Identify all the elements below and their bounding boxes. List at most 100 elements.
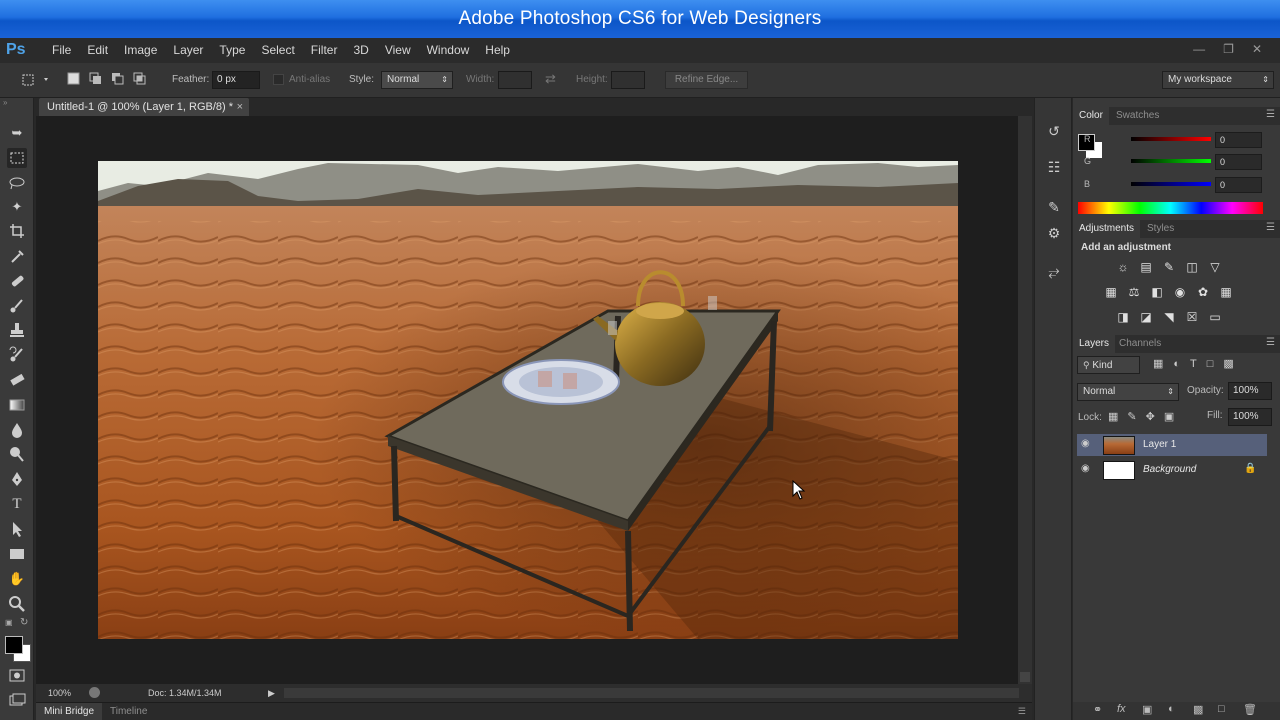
new-group-icon[interactable]: ▩: [1193, 703, 1203, 716]
screen-mode-icon[interactable]: [7, 690, 27, 710]
subtract-selection-icon[interactable]: [111, 72, 125, 86]
menu-edit[interactable]: Edit: [79, 38, 116, 63]
vertical-scrollbar[interactable]: [1018, 116, 1032, 684]
restore-icon[interactable]: ❐: [1223, 38, 1234, 63]
menu-layer[interactable]: Layer: [165, 38, 211, 63]
intersect-selection-icon[interactable]: [133, 72, 147, 86]
red-slider[interactable]: [1131, 137, 1211, 141]
workspace-select[interactable]: My workspace ⇕: [1162, 71, 1274, 89]
channel-mixer-icon[interactable]: ✿: [1194, 284, 1212, 300]
swap-colors-icon[interactable]: ↻: [20, 617, 28, 628]
zoom-tool-icon[interactable]: [7, 594, 27, 614]
lasso-tool-icon[interactable]: [7, 173, 27, 193]
eye-icon[interactable]: ◉: [1081, 438, 1090, 449]
new-layer-icon[interactable]: □: [1218, 703, 1225, 715]
menu-view[interactable]: View: [377, 38, 419, 63]
menu-3d[interactable]: 3D: [345, 38, 376, 63]
menu-filter[interactable]: Filter: [303, 38, 346, 63]
layer-filter-icons[interactable]: ▦◐T□▩: [1153, 357, 1244, 370]
pen-tool-icon[interactable]: [7, 469, 27, 489]
delete-layer-icon[interactable]: 🗑: [1243, 703, 1257, 716]
zoom-level[interactable]: 100%: [48, 684, 71, 702]
menu-image[interactable]: Image: [116, 38, 165, 63]
clone-stamp-tool-icon[interactable]: [7, 320, 27, 340]
menu-type[interactable]: Type: [211, 38, 253, 63]
menu-window[interactable]: Window: [419, 38, 478, 63]
levels-icon[interactable]: ▤: [1137, 259, 1155, 275]
blue-value[interactable]: 0: [1215, 177, 1262, 193]
tab-styles[interactable]: Styles: [1147, 220, 1174, 238]
properties-panel-icon[interactable]: ☷: [1045, 158, 1063, 176]
blur-tool-icon[interactable]: [7, 420, 27, 440]
panel-menu-icon[interactable]: ☰: [1266, 109, 1275, 120]
feather-input[interactable]: 0 px: [212, 71, 260, 89]
marquee-preset-icon[interactable]: [20, 72, 52, 88]
link-layers-icon[interactable]: ⚭: [1093, 703, 1102, 716]
add-to-selection-icon[interactable]: [89, 72, 103, 86]
tab-timeline[interactable]: Timeline: [110, 703, 147, 720]
layer-name[interactable]: Background: [1143, 464, 1196, 475]
tab-layers[interactable]: Layers: [1073, 335, 1116, 353]
blue-slider[interactable]: [1131, 182, 1211, 186]
vibrance-icon[interactable]: ▽: [1206, 259, 1224, 275]
invert-icon[interactable]: ◨: [1114, 309, 1132, 325]
eraser-tool-icon[interactable]: [7, 370, 27, 390]
eye-icon[interactable]: ◉: [1081, 463, 1090, 474]
selective-color-icon[interactable]: ☒: [1183, 309, 1201, 325]
black-white-icon[interactable]: ◧: [1148, 284, 1166, 300]
new-selection-icon[interactable]: [67, 72, 81, 86]
layer-row-layer-1[interactable]: ◉ Layer 1: [1077, 434, 1267, 456]
status-info-icon[interactable]: [89, 687, 100, 698]
move-tool-icon[interactable]: ➥: [7, 123, 27, 143]
color-lookup-icon[interactable]: ▦: [1217, 284, 1235, 300]
document-canvas-image[interactable]: [98, 161, 958, 639]
collapse-arrows-icon[interactable]: »: [3, 98, 7, 107]
close-icon[interactable]: ✕: [1252, 38, 1262, 63]
photo-filter-icon[interactable]: ◉: [1171, 284, 1189, 300]
dodge-tool-icon[interactable]: [7, 444, 27, 464]
posterize-icon[interactable]: ◪: [1137, 309, 1155, 325]
color-balance-icon[interactable]: ⚖: [1125, 284, 1143, 300]
healing-brush-tool-icon[interactable]: [7, 271, 27, 291]
style-select[interactable]: Normal ⇕: [381, 71, 453, 89]
fill-input[interactable]: 100%: [1228, 408, 1272, 426]
layer-style-icon[interactable]: fx: [1117, 703, 1126, 715]
minimize-icon[interactable]: —: [1193, 38, 1205, 63]
add-mask-icon[interactable]: ▣: [1142, 703, 1152, 716]
curves-icon[interactable]: ✎: [1160, 259, 1178, 275]
panel-menu-icon[interactable]: ☰: [1266, 222, 1275, 233]
refine-edge-button[interactable]: Refine Edge...: [665, 71, 748, 89]
gradient-map-icon[interactable]: ▭: [1206, 309, 1224, 325]
horizontal-scrollbar[interactable]: [284, 688, 1019, 698]
tool-presets-icon[interactable]: ⚙: [1045, 224, 1063, 242]
eyedropper-tool-icon[interactable]: [7, 246, 27, 266]
panel-menu-icon[interactable]: ☰: [1018, 703, 1026, 720]
new-adjustment-layer-icon[interactable]: ◐: [1168, 703, 1175, 715]
green-slider[interactable]: [1131, 159, 1211, 163]
default-colors-icon[interactable]: ▣: [5, 618, 17, 630]
marquee-tool-icon[interactable]: [7, 148, 27, 168]
status-menu-arrow-icon[interactable]: ▶: [268, 684, 275, 702]
lock-icons[interactable]: ▦✎✥▣: [1108, 410, 1183, 423]
color-spectrum-ramp[interactable]: [1078, 202, 1263, 214]
type-tool-icon[interactable]: T: [7, 494, 27, 514]
transform-panel-icon[interactable]: ⥂: [1045, 262, 1063, 280]
document-tab[interactable]: Untitled-1 @ 100% (Layer 1, RGB/8) * ×: [39, 98, 249, 116]
height-input[interactable]: [611, 71, 645, 89]
tab-swatches[interactable]: Swatches: [1116, 107, 1159, 125]
threshold-icon[interactable]: ◥: [1160, 309, 1178, 325]
exposure-icon[interactable]: ◫: [1183, 259, 1201, 275]
quick-selection-tool-icon[interactable]: ✦: [7, 197, 27, 217]
rectangle-tool-icon[interactable]: [7, 544, 27, 564]
panel-menu-icon[interactable]: ☰: [1266, 337, 1275, 348]
layer-row-background[interactable]: ◉ Background 🔒: [1077, 459, 1267, 481]
canvas-area[interactable]: [36, 116, 1018, 684]
width-input[interactable]: [498, 71, 532, 89]
menu-select[interactable]: Select: [253, 38, 302, 63]
tab-adjustments[interactable]: Adjustments: [1073, 220, 1141, 238]
tab-channels[interactable]: Channels: [1119, 335, 1161, 353]
layer-filter-kind-select[interactable]: ⚲ Kind: [1077, 356, 1140, 374]
hue-saturation-icon[interactable]: ▦: [1102, 284, 1120, 300]
close-icon[interactable]: ×: [237, 98, 243, 116]
blend-mode-select[interactable]: Normal ⇕: [1077, 383, 1179, 401]
